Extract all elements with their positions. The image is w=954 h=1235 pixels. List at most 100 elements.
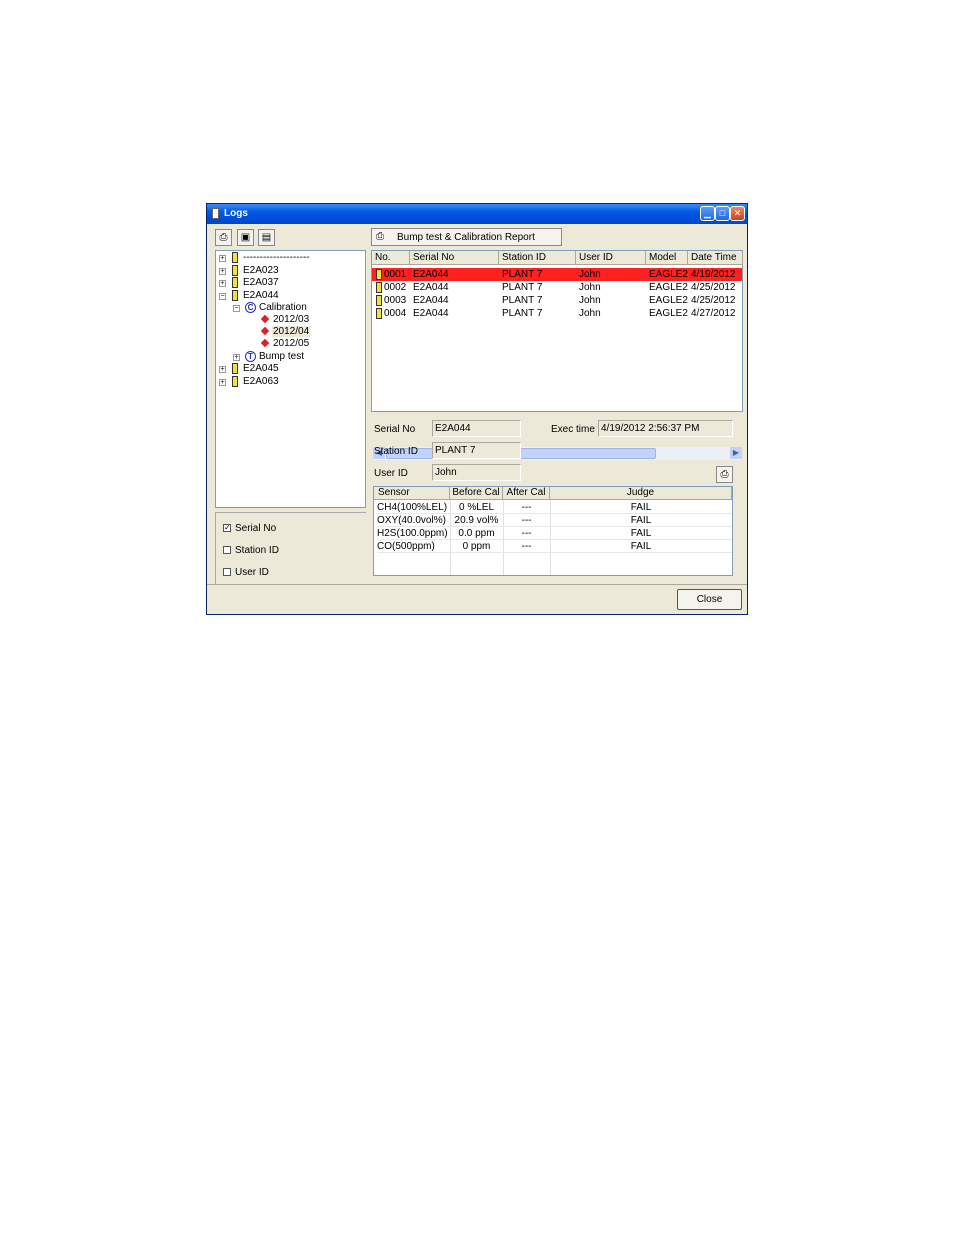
window-title: Logs (224, 208, 248, 219)
device-icon (376, 308, 382, 319)
expand-icon[interactable]: + (219, 366, 226, 373)
expand-icon[interactable]: + (219, 255, 226, 262)
close-button[interactable]: Close (677, 589, 742, 610)
tree-item-label: Bump test (259, 351, 305, 362)
tree-item-label: 2012/05 (273, 338, 310, 349)
cell-after-cal: --- (503, 527, 550, 540)
cell-no: 0001 (384, 269, 407, 280)
cell-sensor: H2S(100.0ppm) (377, 527, 450, 540)
print-button[interactable]: ⎙ (215, 229, 232, 246)
table-row[interactable]: 0004 E2A044 PLANT 7 John EAGLE2 4/27/201… (372, 307, 742, 320)
station-id-checkbox[interactable] (223, 546, 231, 554)
clipboard-button[interactable]: ▤ (258, 229, 275, 246)
report-button-label: Bump test & Calibration Report (397, 232, 535, 243)
device-icon (232, 265, 238, 276)
cell-judge: FAIL (550, 527, 732, 540)
filter-label: Serial No (235, 523, 277, 534)
exec-time-label: Exec time (551, 424, 595, 435)
cell-user-id: John (579, 282, 601, 293)
cell-user-id: John (579, 269, 601, 280)
tree-item-label: 2012/03 (273, 314, 310, 325)
collapse-icon[interactable]: − (233, 305, 240, 312)
device-icon (232, 363, 238, 374)
cell-model: EAGLE2 (649, 269, 688, 280)
column-header-station-id[interactable]: Station ID (499, 251, 576, 265)
cell-user-id: John (579, 295, 601, 306)
column-header-model[interactable]: Model (646, 251, 688, 265)
device-icon (232, 290, 238, 301)
column-header-user-id[interactable]: User ID (576, 251, 646, 265)
minimize-button[interactable]: ▁ (700, 206, 715, 221)
cell-station-id: PLANT 7 (502, 308, 543, 319)
table-row: H2S(100.0ppm) 0.0 ppm --- FAIL (374, 527, 732, 540)
serial-no-field: E2A044 (432, 420, 521, 437)
station-id-field: PLANT 7 (432, 442, 521, 459)
calibration-icon: C (245, 302, 256, 313)
device-icon (232, 252, 238, 263)
table-row[interactable]: 0002 E2A044 PLANT 7 John EAGLE2 4/25/201… (372, 281, 742, 294)
cell-judge: FAIL (550, 501, 732, 514)
cell-date-time: 4/27/2012 (691, 308, 736, 319)
column-header-no[interactable]: No. (372, 251, 410, 265)
footer-divider (207, 584, 747, 585)
printer-icon: ⎙ (219, 232, 228, 243)
cell-no: 0002 (384, 282, 407, 293)
collapse-icon[interactable]: − (219, 293, 226, 300)
tree-item-label: E2A063 (243, 376, 279, 387)
report-button[interactable]: ⎙ Bump test & Calibration Report (371, 228, 562, 246)
logs-window: Logs ▁ □ ✕ ⎙ ▣ ▤ + -------------------- … (206, 203, 748, 615)
cell-user-id: John (579, 308, 601, 319)
device-icon (376, 282, 382, 293)
cell-before-cal: 0.0 ppm (450, 527, 503, 540)
user-id-checkbox[interactable] (223, 568, 231, 576)
expand-icon[interactable]: + (219, 280, 226, 287)
expand-icon[interactable]: + (219, 268, 226, 275)
cell-model: EAGLE2 (649, 295, 688, 306)
expand-icon[interactable]: + (219, 379, 226, 386)
column-header-before-cal[interactable]: Before Cal (450, 487, 503, 500)
window-icon (212, 208, 219, 219)
save-button[interactable]: ▣ (237, 229, 254, 246)
title-bar[interactable]: Logs ▁ □ ✕ (207, 204, 747, 224)
cell-before-cal: 0 %LEL (450, 501, 503, 514)
table-row[interactable]: 0001 E2A044 PLANT 7 John EAGLE2 4/19/201… (372, 268, 742, 281)
table-row: CH4(100%LEL) 0 %LEL --- FAIL (374, 501, 732, 514)
cell-judge: FAIL (550, 540, 732, 553)
filter-label: User ID (235, 567, 269, 578)
scroll-right-icon[interactable]: ▶ (730, 447, 742, 459)
cell-station-id: PLANT 7 (502, 295, 543, 306)
column-header-after-cal[interactable]: After Cal (503, 487, 550, 500)
cell-before-cal: 0 ppm (450, 540, 503, 553)
horizontal-scrollbar[interactable]: ◀ ▶ (373, 447, 742, 460)
close-window-button[interactable]: ✕ (730, 206, 745, 221)
printer-icon: ⎙ (720, 469, 729, 480)
user-id-field: John (432, 464, 521, 481)
user-id-label: User ID (374, 468, 408, 479)
column-header-date-time[interactable]: Date Time (688, 251, 743, 265)
printer-icon: ⎙ (376, 231, 384, 242)
print-detail-button[interactable]: ⎙ (716, 466, 733, 483)
log-date-icon (260, 314, 270, 324)
column-header-serial-no[interactable]: Serial No (410, 251, 499, 265)
tree-item-label: 2012/04 (272, 326, 311, 337)
cell-sensor: CH4(100%LEL) (377, 501, 450, 514)
cell-model: EAGLE2 (649, 308, 688, 319)
device-tree[interactable]: + -------------------- + E2A023 + E2A037… (215, 250, 366, 508)
table-row[interactable]: 0003 E2A044 PLANT 7 John EAGLE2 4/25/201… (372, 294, 742, 307)
column-header-sensor[interactable]: Sensor (374, 487, 450, 500)
cell-after-cal: --- (503, 514, 550, 527)
device-icon (232, 277, 238, 288)
scroll-thumb[interactable] (386, 448, 656, 459)
device-icon (376, 269, 382, 280)
cell-station-id: PLANT 7 (502, 269, 543, 280)
expand-icon[interactable]: + (233, 354, 240, 361)
column-header-judge[interactable]: Judge (550, 487, 732, 500)
maximize-button[interactable]: □ (715, 206, 730, 221)
cell-no: 0004 (384, 308, 407, 319)
cell-date-time: 4/25/2012 (691, 282, 736, 293)
cell-no: 0003 (384, 295, 407, 306)
cell-model: EAGLE2 (649, 282, 688, 293)
log-list[interactable]: No. Serial No Station ID User ID Model D… (371, 250, 743, 460)
serial-no-checkbox[interactable]: ✓ (223, 524, 231, 532)
station-id-label: Station ID (374, 446, 418, 457)
